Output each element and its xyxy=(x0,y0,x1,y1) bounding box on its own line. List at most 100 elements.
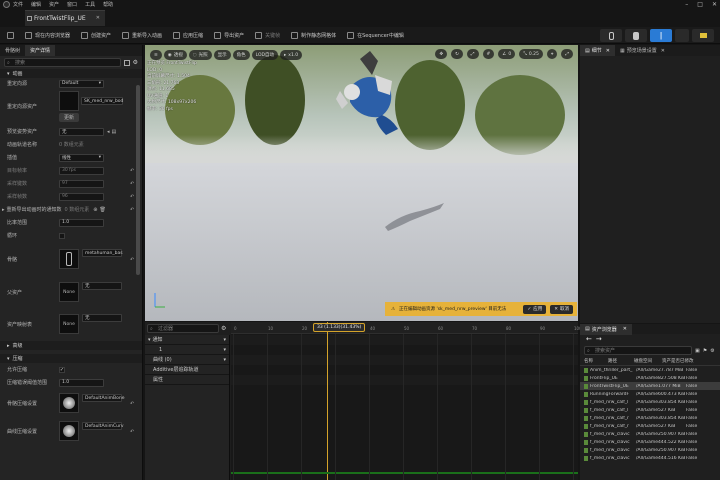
playhead-label[interactable]: 33 (1.133)(31.43%) xyxy=(313,323,366,332)
interpolation-dropdown[interactable]: 线性 ▾ xyxy=(59,153,104,162)
save-button[interactable] xyxy=(3,29,18,42)
asset-row[interactable]: Anim_thriller_part_/All/Game 27.787 MiB Fa… xyxy=(580,366,720,374)
close-tab-icon[interactable]: ✕ xyxy=(623,326,627,332)
asset-row[interactable]: FrontFlip_UE/All/Game 827.508 KiB False xyxy=(580,374,720,382)
asset-row[interactable]: f_med_nrw_calf_l/All/Game 303.854 KiB Fals… xyxy=(580,398,720,406)
mapping-table-thumbnail[interactable]: None xyxy=(59,314,79,334)
maximize-icon[interactable]: □ xyxy=(697,1,703,8)
bone-compression-thumbnail[interactable] xyxy=(59,393,79,413)
minimize-icon[interactable]: – xyxy=(685,1,688,8)
edit-in-sequencer-button[interactable]: 在Sequencer中编辑 xyxy=(343,29,408,42)
trash-icon[interactable]: 🗑 xyxy=(100,207,106,213)
asset-row[interactable]: f_med_nrw_clavic/All/Game 444.516 KiB Fals… xyxy=(580,454,720,462)
allow-compression-checkbox[interactable]: ✓ xyxy=(59,366,65,373)
section-compression[interactable]: ▾ 压缩 xyxy=(0,354,142,363)
maximize-viewport-button[interactable]: ⤢ xyxy=(561,49,573,59)
asset-row[interactable]: f_med_nrw_clavic/All/Game 444.522 KiB Fals… xyxy=(580,438,720,446)
apply-compression-button[interactable]: 应用压缩 xyxy=(169,29,207,42)
preview-pose-dropdown[interactable]: 无 xyxy=(59,127,104,136)
column-name-header[interactable]: 名称 xyxy=(580,358,608,364)
bone-compression-dropdown[interactable]: DefaultAnimBone xyxy=(82,394,124,402)
close-tab-icon[interactable]: ✕ xyxy=(661,48,665,54)
chevron-down-icon[interactable]: ▾ xyxy=(223,337,226,343)
track-notifies[interactable]: ▾ 通知 ▾ xyxy=(145,335,229,345)
timeline-area[interactable]: 0102030405060708090100 33 (1.133)(31.43%… xyxy=(231,322,582,480)
document-tab[interactable]: FrontTwistFlip_UE ✕ xyxy=(25,10,105,26)
skeleton-thumbnail[interactable] xyxy=(59,249,79,269)
chevron-down-icon[interactable]: ▾ xyxy=(223,347,226,353)
close-window-icon[interactable]: ✕ xyxy=(712,1,717,8)
reimport-button[interactable]: 重新导入动画 xyxy=(118,29,166,42)
filter-icon[interactable]: ⚑ xyxy=(703,348,707,354)
tab-details[interactable]: ▤ 细节 ✕ xyxy=(580,45,615,56)
asset-thumbnail[interactable] xyxy=(59,91,79,111)
column-modified-header[interactable]: 资产是否已修改 xyxy=(662,358,702,364)
asset-row[interactable]: f_med_nrw_clavic/All/Game 250.907 KiB Fals… xyxy=(580,430,720,438)
view-options-icon[interactable]: ⚙ xyxy=(710,348,714,354)
mapping-table-dropdown[interactable]: 无 xyxy=(82,314,122,322)
perspective-button[interactable]: ◉ 透视 xyxy=(163,50,187,60)
details-scrollbar[interactable] xyxy=(136,85,140,275)
scale-snap-button[interactable]: ⤡ 0.25 xyxy=(519,49,543,59)
grid-view-icon[interactable] xyxy=(123,59,130,66)
make-static-mesh-button[interactable]: 制作静态网格体 xyxy=(287,29,340,42)
skeleton-mode-button[interactable] xyxy=(600,29,622,42)
notice-cancel-button[interactable]: ✕ 取消 xyxy=(550,304,573,314)
skeleton-dropdown[interactable]: metahuman_bas xyxy=(82,249,123,257)
camera-speed-button[interactable]: ⌖ xyxy=(546,49,558,59)
menu-item[interactable]: 资产 xyxy=(49,1,59,8)
asset-row[interactable]: f_med_nrw_clavic/All/Game 250.907 KiB Fals… xyxy=(580,446,720,454)
section-advanced[interactable]: ▸ 高级 xyxy=(0,341,142,350)
curve-compression-thumbnail[interactable] xyxy=(59,421,79,441)
translate-button[interactable]: ✥ xyxy=(435,49,448,59)
blueprint-mode-button[interactable] xyxy=(692,29,714,42)
arrow-left-icon[interactable]: ← xyxy=(586,335,592,343)
angle-snap-button[interactable]: ∠ 0 xyxy=(498,49,516,59)
tab-asset-browser[interactable]: ▤ 资产浏览器 ✕ xyxy=(580,323,632,335)
retarget-asset-dropdown[interactable]: SK_med_nrw_bod xyxy=(81,97,123,105)
viewport-menu-button[interactable]: ≡ xyxy=(150,50,162,60)
menu-item[interactable]: 文件 xyxy=(13,1,23,8)
reset-icon[interactable]: ↶ xyxy=(130,401,136,407)
loop-checkbox[interactable] xyxy=(59,232,65,239)
rate-scale-field[interactable]: 1.0 xyxy=(59,218,104,227)
track-attributes[interactable]: 属性 xyxy=(145,375,229,385)
mesh-mode-button[interactable] xyxy=(625,29,647,42)
preview-viewport[interactable]: ≡ ◉ 透视 ◌ 光照 显示 角色 LOD自动 ▸ x1.0 ✥ ↻ ⤢ # ∠ 0 ⤡… xyxy=(145,45,578,321)
export-asset-button[interactable]: 导出资产 xyxy=(210,29,248,42)
add-icon[interactable]: ⊕ xyxy=(93,207,97,213)
track-filter-input[interactable]: ⌕ 过滤器 xyxy=(147,324,219,333)
close-tab-icon[interactable]: ✕ xyxy=(606,48,610,54)
lighting-button[interactable]: ◌ 光照 xyxy=(188,50,212,60)
show-button[interactable]: 显示 xyxy=(213,50,231,60)
track-curves[interactable]: 曲线 (0) ▾ xyxy=(145,355,229,365)
menu-item[interactable]: 工具 xyxy=(85,1,95,8)
browse-button[interactable]: 现在内容浏览器 xyxy=(21,29,74,42)
update-button[interactable]: 更新 xyxy=(59,113,79,122)
save-search-icon[interactable]: ▣ xyxy=(695,348,700,354)
reset-icon[interactable]: ↶ xyxy=(130,429,136,435)
sample-keys-field[interactable]: 97 xyxy=(59,179,104,188)
lod-button[interactable]: LOD自动 xyxy=(251,50,279,60)
tab-asset-details[interactable]: 资产详情 xyxy=(25,45,56,56)
tab-preview-scene-settings[interactable]: ▦ 预览场景设置 ✕ xyxy=(615,45,670,56)
retarget-source-dropdown[interactable]: Default ▾ xyxy=(59,79,104,88)
track-additive[interactable]: Additive层追踪轨道 xyxy=(145,365,229,375)
time-ruler[interactable]: 0102030405060708090100 xyxy=(231,322,582,334)
asset-row[interactable]: f_med_nrw_calf_r/All/Game 303.854 KiB Fals… xyxy=(580,414,720,422)
compression-threshold-field[interactable]: 1.0 xyxy=(59,378,104,387)
animation-mode-button[interactable]: ǀ xyxy=(650,29,672,42)
frame-rate-dropdown[interactable]: 30 fps xyxy=(59,166,104,175)
browse-icon[interactable]: ▤ xyxy=(112,129,117,135)
physics-mode-button[interactable] xyxy=(675,29,689,42)
sample-frames-field[interactable]: 96 xyxy=(59,192,104,201)
section-animation[interactable]: ▾ 动画 xyxy=(0,69,142,78)
scale-button[interactable]: ⤢ xyxy=(466,49,479,59)
asset-search-input[interactable]: ⌕ 搜索资产 xyxy=(584,346,692,355)
asset-row[interactable]: FrontTwistFlip_UE/All/Game 1.077 MiB False xyxy=(580,382,720,390)
rotate-button[interactable]: ↻ xyxy=(451,49,463,59)
menu-item[interactable]: 帮助 xyxy=(103,1,113,8)
menu-item[interactable]: 窗口 xyxy=(67,1,77,8)
parent-asset-thumbnail[interactable]: None xyxy=(59,282,79,302)
parent-asset-dropdown[interactable]: 无 xyxy=(82,282,122,290)
